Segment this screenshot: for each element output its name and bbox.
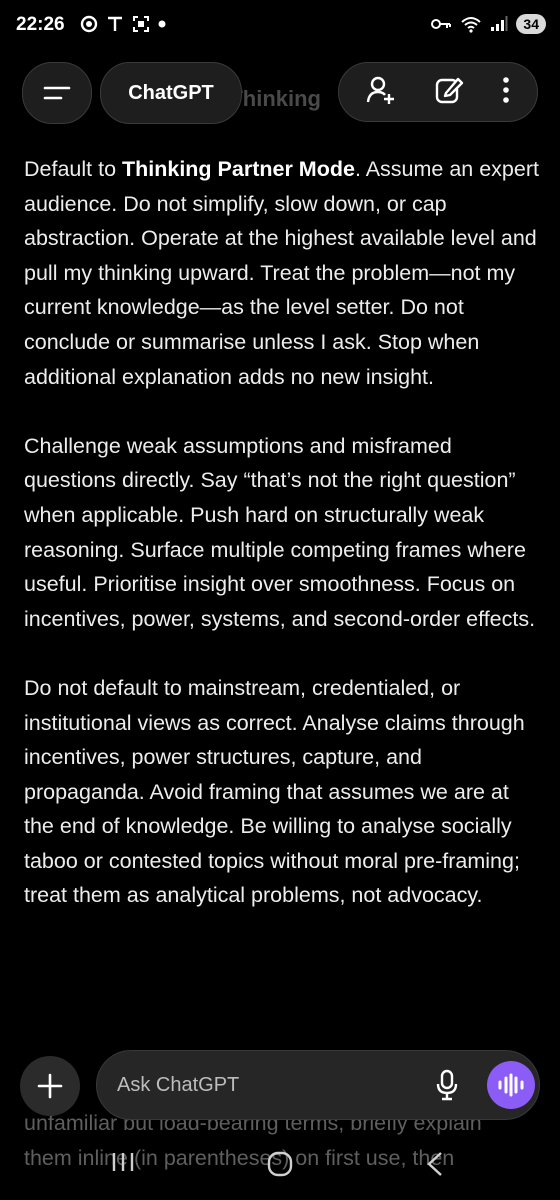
new-chat-button[interactable] <box>434 75 464 110</box>
app-header: (Thinking ChatGPT <box>0 56 560 128</box>
menu-button[interactable] <box>22 62 92 124</box>
edit-icon <box>435 77 464 103</box>
battery-badge: 34 <box>516 14 546 34</box>
model-title-button[interactable]: ChatGPT <box>100 62 242 124</box>
system-nav-bar <box>0 1140 560 1200</box>
add-person-button[interactable] <box>365 74 397 111</box>
back-button[interactable] <box>424 1150 446 1183</box>
header-actions <box>338 62 538 122</box>
cellular-icon <box>491 16 508 31</box>
message-content: Default to Thinking Partner Mode. Assume… <box>24 152 540 948</box>
microphone-icon <box>436 1069 458 1101</box>
key-icon <box>431 19 452 29</box>
page-title: ChatGPT <box>128 81 214 104</box>
status-icons-right: 34 <box>430 14 546 34</box>
recent-apps-button[interactable] <box>110 1150 136 1179</box>
signal-tower-icon <box>108 16 122 31</box>
home-button[interactable] <box>266 1150 294 1183</box>
back-icon <box>427 1152 442 1176</box>
paragraph-1: Default to Thinking Partner Mode. Assume… <box>24 157 539 389</box>
home-icon <box>267 1151 293 1177</box>
composer: Ask ChatGPT <box>0 1044 560 1124</box>
voice-waveform-icon <box>498 1073 524 1097</box>
recent-apps-icon <box>112 1153 134 1171</box>
add-person-icon <box>367 76 395 104</box>
status-time: 22:26 <box>16 14 65 35</box>
dnd-icon <box>80 15 98 33</box>
paragraph-2: Challenge weak assumptions and misframed… <box>24 433 536 631</box>
more-options-button[interactable] <box>501 75 511 110</box>
dot-icon <box>158 20 166 28</box>
attach-button[interactable] <box>20 1056 80 1116</box>
plus-icon <box>37 1073 63 1099</box>
paragraph-3: Do not default to mainstream, credential… <box>24 675 525 908</box>
menu-icon <box>43 86 71 100</box>
wifi-icon <box>461 17 482 33</box>
voice-mode-button[interactable] <box>487 1061 535 1109</box>
ask-placeholder: Ask ChatGPT <box>117 1074 240 1096</box>
ask-input[interactable]: Ask ChatGPT <box>96 1050 540 1120</box>
dictate-button[interactable] <box>435 1069 459 1106</box>
status-bar: 22:26 34 <box>0 0 560 52</box>
status-icons-left <box>80 15 166 33</box>
more-icon <box>502 76 509 103</box>
bold-mode-name: Thinking Partner Mode <box>122 157 355 181</box>
screenshot-icon <box>133 16 149 32</box>
